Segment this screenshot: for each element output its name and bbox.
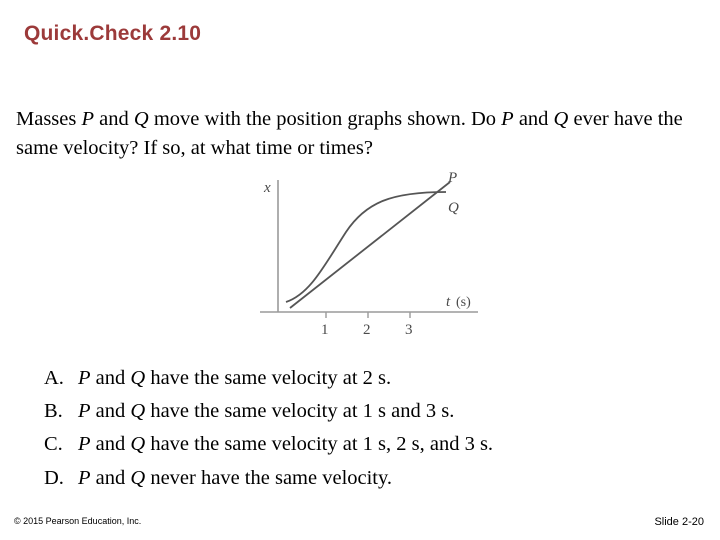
text-fragment: Q: [133, 108, 149, 130]
x-tick-label-1: 1: [321, 322, 329, 338]
text-fragment: P: [78, 433, 91, 456]
answer-text: P and Q have the same velocity at 2 s.: [78, 362, 391, 395]
question-text: Masses P and Q move with the position gr…: [16, 105, 704, 163]
x-axis-label: t: [446, 294, 451, 310]
text-fragment: Masses: [16, 108, 82, 130]
answer-option-d[interactable]: D. P and Q never have the same velocity.: [44, 462, 684, 495]
answer-text: P and Q have the same velocity at 1 s an…: [78, 395, 454, 428]
text-fragment: Q: [553, 108, 569, 130]
text-fragment: and: [513, 108, 554, 130]
footer-slide-number: Slide 2-20: [654, 516, 704, 528]
text-fragment: have the same velocity at 2 s.: [145, 367, 392, 389]
curve-q: [285, 191, 447, 303]
text-fragment: have the same velocity at 1 s, 2 s, and …: [145, 433, 494, 456]
page-title: Quick.Check 2.10: [24, 22, 202, 45]
text-fragment: move with the position graphs shown. Do: [148, 108, 502, 130]
curve-p: [289, 181, 451, 309]
text-fragment: P: [78, 367, 91, 389]
curve-label-q: Q: [448, 200, 459, 216]
answer-letter: D.: [44, 466, 64, 489]
text-fragment: P: [78, 466, 91, 489]
text-fragment: have the same velocity at 1 s and 3 s.: [145, 400, 455, 423]
text-fragment: P: [78, 400, 91, 423]
text-fragment: never have the same velocity.: [145, 466, 393, 489]
text-fragment: P: [81, 108, 95, 130]
curve-label-p: P: [447, 170, 457, 186]
answer-option-c[interactable]: C. P and Q have the same velocity at 1 s,…: [44, 428, 684, 461]
answer-text: P and Q never have the same velocity.: [78, 462, 392, 495]
text-fragment: and: [90, 400, 131, 423]
text-fragment: and: [94, 108, 134, 130]
answer-letter: A.: [44, 367, 64, 389]
answer-letter: C.: [44, 433, 63, 456]
text-fragment: Q: [130, 433, 146, 456]
answer-option-b[interactable]: B. P and Q have the same velocity at 1 s …: [44, 395, 684, 428]
x-tick-label-2: 2: [363, 322, 371, 338]
text-fragment: and: [90, 466, 131, 489]
x-tick-label-3: 3: [405, 322, 413, 338]
answer-text: P and Q have the same velocity at 1 s, 2…: [78, 428, 493, 461]
text-fragment: and: [90, 367, 131, 389]
answer-option-a[interactable]: A. P and Q have the same velocity at 2 s.: [44, 362, 684, 395]
y-axis-label: x: [263, 180, 271, 196]
text-fragment: Q: [130, 400, 146, 423]
answer-list: A. P and Q have the same velocity at 2 s.…: [44, 362, 684, 495]
x-axis-unit: (s): [456, 295, 471, 310]
position-graph-svg: x P Q 1 2 3 t (s): [260, 170, 478, 338]
text-fragment: Q: [130, 466, 146, 489]
footer-copyright: © 2015 Pearson Education, Inc.: [14, 516, 142, 526]
slide: Quick.Check 2.10 Masses P and Q move wit…: [0, 0, 720, 540]
text-fragment: Q: [130, 367, 146, 389]
position-graph-figure: x P Q 1 2 3 t (s): [250, 170, 490, 340]
text-fragment: and: [90, 433, 131, 456]
answer-letter: B.: [44, 400, 63, 423]
text-fragment: P: [501, 108, 514, 130]
